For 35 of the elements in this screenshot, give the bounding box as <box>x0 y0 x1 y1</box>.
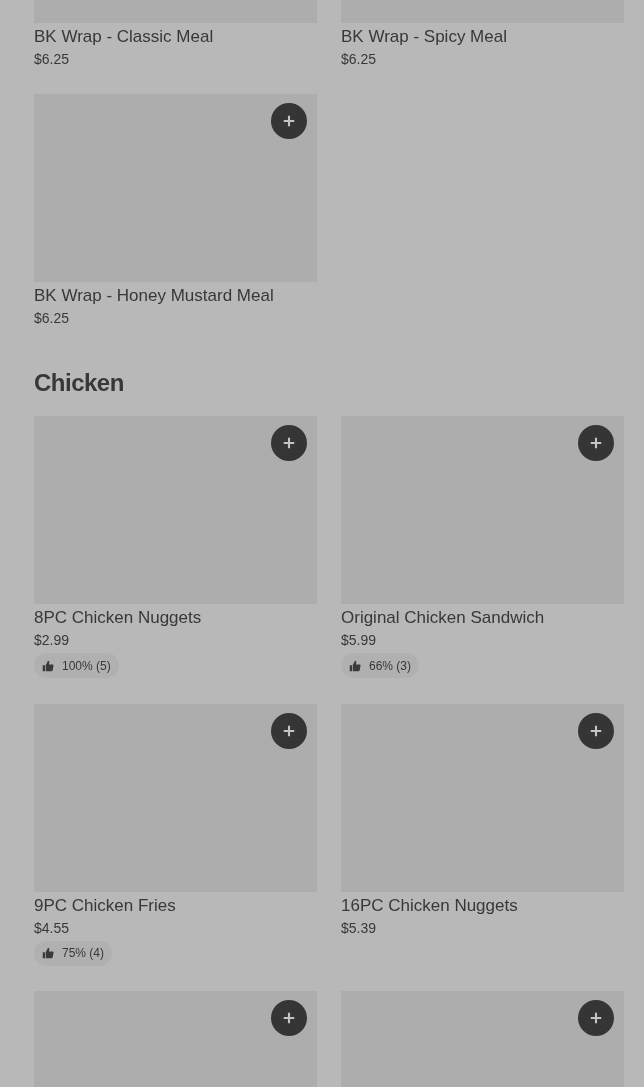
item-price: $4.55 <box>34 918 71 938</box>
thumbs-up-icon <box>42 947 54 959</box>
item-price: $5.99 <box>341 631 378 650</box>
plus-icon <box>282 1011 296 1025</box>
item-name: BK Wrap - Spicy Meal <box>341 26 508 48</box>
plus-icon <box>589 436 603 450</box>
item-name: 8PC Chicken Nuggets <box>34 607 203 629</box>
section-heading: Chicken <box>34 368 125 398</box>
item-name: 16PC Chicken Nuggets <box>341 894 519 917</box>
add-button[interactable] <box>271 712 307 749</box>
plus-icon <box>282 723 296 738</box>
item-price: $2.99 <box>34 631 71 650</box>
thumbs-up-icon <box>349 659 361 672</box>
plus-icon <box>282 114 296 128</box>
item-name: 9PC Chicken Fries <box>34 894 177 917</box>
item-name: BK Wrap - Honey Mustard Meal <box>34 285 275 307</box>
add-button[interactable] <box>271 425 307 461</box>
add-button[interactable] <box>578 1000 614 1036</box>
item-price: $6.25 <box>34 309 71 328</box>
item-price: $6.25 <box>341 50 378 69</box>
rating-text: 100% (5) <box>62 657 111 675</box>
plus-icon <box>589 1011 603 1025</box>
item-price: $6.25 <box>34 50 71 69</box>
plus-icon <box>282 436 296 450</box>
add-button[interactable] <box>271 103 307 139</box>
item-price: $5.39 <box>341 918 378 938</box>
rating-text: 66% (3) <box>369 657 412 675</box>
add-button[interactable] <box>271 1000 307 1036</box>
add-button[interactable] <box>578 712 614 749</box>
add-button[interactable] <box>578 425 614 461</box>
plus-icon <box>589 723 603 738</box>
item-name: Original Chicken Sandwich <box>341 607 546 629</box>
thumbs-up-icon <box>42 659 54 672</box>
rating-text: 75% (4) <box>62 945 105 962</box>
item-name: BK Wrap - Classic Meal <box>34 26 215 48</box>
